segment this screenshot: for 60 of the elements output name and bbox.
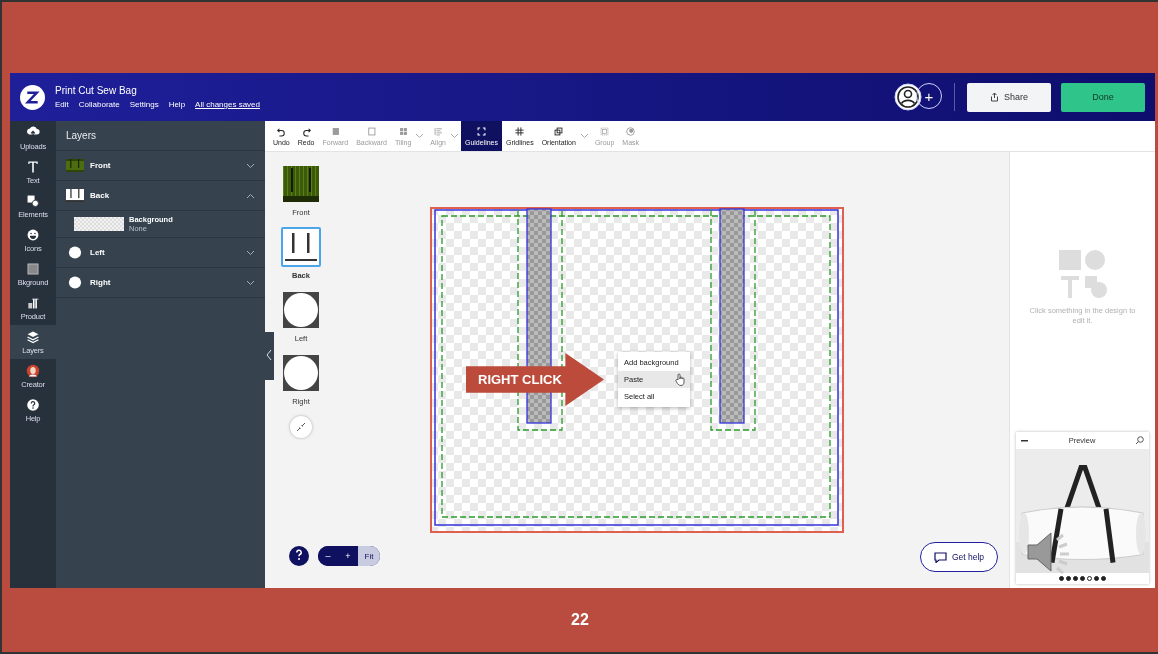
circle-thumbnail [66,246,84,259]
share-button[interactable]: Share [967,82,1051,112]
collapse-panel-tab[interactable] [264,332,274,380]
back-panel-thumbnail [66,189,84,202]
document-title[interactable]: Print Cut Sew Bag [55,85,884,96]
mask-icon [625,126,637,137]
user-avatar-icon[interactable] [894,83,922,111]
group-icon [599,126,611,137]
chevron-icon[interactable] [246,279,255,286]
save-status-link[interactable]: All changes saved [195,100,260,109]
chat-icon [933,551,947,563]
carousel-dot[interactable] [1080,576,1085,581]
help-icon[interactable] [289,546,309,566]
share-icon [990,92,999,102]
layer-row[interactable]: Front [56,151,265,181]
menu-item[interactable]: Help [168,100,186,109]
overlap-icon [553,126,565,137]
product-icon [26,296,40,310]
menu-item[interactable]: Settings [129,100,159,109]
chevron-icon[interactable] [246,192,255,199]
panel-title: Layers [56,121,265,151]
smiley-icon [26,228,40,242]
layer-row[interactable]: Left [56,238,265,268]
front-panel-thumbnail [66,159,84,172]
send-backward-icon [366,126,377,137]
text-icon [26,160,40,174]
help-icon [26,398,40,412]
menu-item[interactable]: Edit [55,100,69,109]
layers-icon [26,330,40,344]
design-elements-icon [1056,248,1109,300]
carousel-dot[interactable] [1066,576,1071,581]
carousel-dot[interactable] [1087,576,1092,581]
slide-number: 22 [571,611,589,629]
carousel-dot[interactable] [1073,576,1078,581]
carousel-dot[interactable] [1059,576,1064,581]
fit-button[interactable]: Fit [358,546,380,566]
grid-icon [514,126,526,137]
carousel-dot[interactable] [1101,576,1106,581]
checker-thumbnail [74,217,124,231]
chevron-icon[interactable] [246,249,255,256]
square-icon [26,262,40,276]
avatar-icon [26,364,40,378]
menu-item[interactable]: Collaborate [78,100,120,109]
guidelines-icon [475,126,487,137]
tiles-icon [397,126,409,137]
undo-icon [275,126,287,137]
search-icon[interactable] [1135,436,1144,445]
circle-thumbnail [66,276,84,289]
shapes-icon [26,194,40,208]
redo-icon [300,126,312,137]
chevron-icon [265,348,273,361]
get-help-button[interactable]: Get help [920,542,998,572]
chevron-icon[interactable] [246,162,255,169]
carousel-dot[interactable] [1094,576,1099,581]
logo-icon[interactable] [20,84,45,110]
layer-row[interactable]: Back [56,181,265,211]
done-button[interactable]: Done [1061,82,1145,112]
layer-row[interactable]: Right [56,268,265,298]
align-icon [432,126,444,137]
hand-cursor-icon [675,373,686,386]
